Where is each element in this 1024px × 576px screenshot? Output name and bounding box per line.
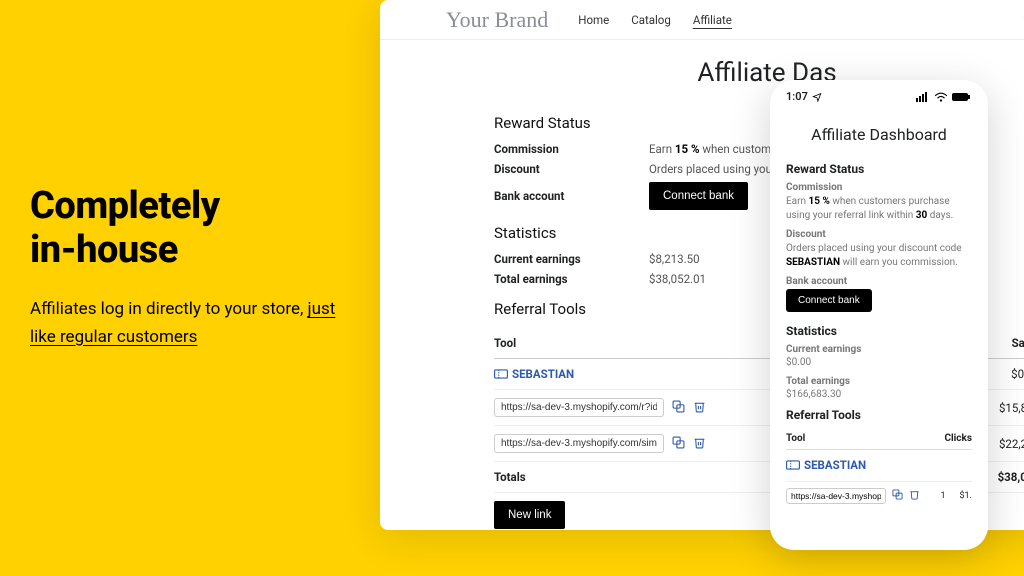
mobile-dashboard: 1:07 Affiliate Dashboard Reward Status C… bbox=[770, 80, 988, 550]
status-time: 1:07 bbox=[786, 90, 808, 103]
phone-statusbar: 1:07 bbox=[770, 80, 988, 109]
hero-subhead: Affiliates log in directly to your store… bbox=[30, 296, 350, 350]
total-earnings-label: Total earnings bbox=[494, 272, 649, 286]
connect-bank-button[interactable]: Connect bank bbox=[649, 182, 748, 210]
discount-label: Discount bbox=[786, 229, 972, 240]
reward-status-heading: Reward Status bbox=[786, 162, 972, 176]
total-earnings-label: Total earnings bbox=[786, 376, 972, 387]
table-row: 1 $1. bbox=[786, 482, 972, 510]
nav-catalog[interactable]: Catalog bbox=[631, 13, 671, 27]
hero-heading: Completely in-house bbox=[30, 185, 350, 272]
nav-home[interactable]: Home bbox=[578, 13, 609, 27]
current-earnings-label: Current earnings bbox=[494, 252, 649, 266]
battery-icon bbox=[952, 92, 972, 102]
trash-icon[interactable] bbox=[693, 400, 706, 416]
storefront-topbar: Your Brand Home Catalog Affiliate bbox=[380, 0, 1024, 40]
referral-link-input[interactable] bbox=[786, 488, 886, 504]
copy-icon[interactable] bbox=[672, 400, 685, 416]
th-tool: Tool bbox=[786, 433, 932, 444]
statistics-heading: Statistics bbox=[786, 324, 972, 338]
bank-label: Bank account bbox=[494, 189, 649, 203]
link-clicks: 1 bbox=[940, 491, 945, 501]
connect-bank-button[interactable]: Connect bank bbox=[786, 289, 872, 312]
referral-link-input[interactable] bbox=[494, 398, 664, 417]
signal-icon bbox=[916, 92, 930, 102]
promo-code[interactable]: SEBASTIAN bbox=[786, 458, 866, 472]
trash-icon[interactable] bbox=[909, 489, 920, 503]
copy-icon[interactable] bbox=[672, 436, 685, 452]
hero-copy: Completely in-house Affiliates log in di… bbox=[30, 185, 350, 351]
location-icon bbox=[812, 92, 822, 102]
nav-affiliate[interactable]: Affiliate bbox=[693, 13, 732, 27]
commission-label: Commission bbox=[494, 142, 649, 156]
bank-label: Bank account bbox=[786, 276, 972, 287]
page-title: Affiliate Dashboard bbox=[786, 125, 972, 144]
discount-label: Discount bbox=[494, 162, 649, 176]
total-earnings-value: $166,683.30 bbox=[786, 389, 972, 400]
commission-text: Earn 15 % when customers purchase using … bbox=[786, 195, 972, 223]
current-earnings-value: $0.00 bbox=[786, 357, 972, 368]
total-earnings-value: $38,052.01 bbox=[649, 272, 706, 286]
th-clicks: Clicks bbox=[932, 433, 972, 444]
referral-tools-heading: Referral Tools bbox=[786, 408, 972, 422]
trash-icon[interactable] bbox=[693, 436, 706, 452]
copy-icon[interactable] bbox=[892, 489, 903, 503]
link-sales: $1. bbox=[960, 491, 973, 501]
current-earnings-value: $8,213.50 bbox=[649, 252, 700, 266]
wifi-icon bbox=[934, 92, 948, 102]
current-earnings-label: Current earnings bbox=[786, 344, 972, 355]
discount-text: Orders placed using your discount code S… bbox=[786, 242, 972, 270]
commission-label: Commission bbox=[786, 182, 972, 193]
new-link-button[interactable]: New link bbox=[494, 501, 565, 529]
referral-link-input[interactable] bbox=[494, 434, 664, 453]
brand-logo: Your Brand bbox=[446, 7, 548, 33]
main-nav: Home Catalog Affiliate bbox=[578, 13, 732, 27]
